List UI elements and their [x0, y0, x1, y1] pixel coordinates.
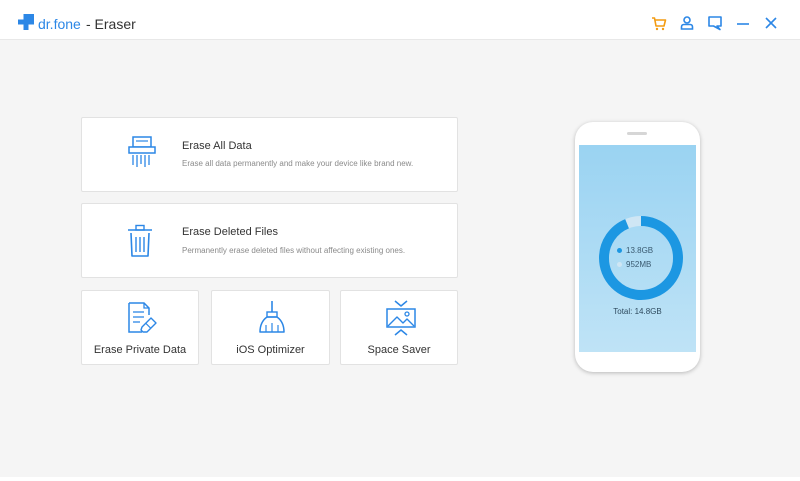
free-storage-value: 952MB: [626, 260, 652, 269]
space-saver-card[interactable]: Space Saver: [340, 290, 458, 365]
erase-all-data-description: Erase all data permanently and make your…: [182, 159, 414, 168]
phone-screen: 13.8GB 952MB Total: 14.8GB: [579, 145, 696, 352]
drfone-logo-icon: [18, 14, 34, 30]
ios-optimizer-card[interactable]: iOS Optimizer: [211, 290, 330, 365]
main-panel: Erase All Data Erase all data permanentl…: [0, 40, 800, 477]
total-storage-label: Total: 14.8GB: [613, 307, 662, 316]
app-title: - Eraser: [86, 16, 136, 32]
storage-ring-chart: [599, 216, 683, 300]
erase-deleted-files-card[interactable]: Erase Deleted Files Permanently erase de…: [81, 203, 458, 278]
account-icon[interactable]: [678, 14, 696, 32]
document-eraser-icon: [128, 302, 157, 333]
trash-icon: [128, 224, 152, 257]
erase-private-data-title: Erase Private Data: [93, 344, 187, 356]
erase-deleted-files-title: Erase Deleted Files: [182, 226, 278, 238]
phone-speaker: [627, 132, 647, 135]
erase-deleted-files-description: Permanently erase deleted files without …: [182, 246, 406, 255]
erase-all-data-title: Erase All Data: [182, 140, 252, 152]
space-saver-title: Space Saver: [367, 344, 431, 356]
cart-icon[interactable]: [650, 14, 668, 32]
storage-ring-used: [599, 216, 683, 300]
feedback-icon[interactable]: [706, 14, 724, 32]
broom-icon: [259, 301, 285, 333]
ios-optimizer-title: iOS Optimizer: [236, 344, 305, 356]
compress-photo-icon: [386, 300, 416, 336]
erase-all-data-card[interactable]: Erase All Data Erase all data permanentl…: [81, 117, 458, 192]
window-bottom-edge: [0, 477, 800, 481]
used-legend-dot: [617, 248, 622, 253]
erase-private-data-card[interactable]: Erase Private Data: [81, 290, 199, 365]
close-icon[interactable]: [762, 14, 780, 32]
title-bar: dr.fone - Eraser: [0, 0, 800, 40]
minimize-icon[interactable]: [734, 14, 752, 32]
phone-illustration: 13.8GB 952MB Total: 14.8GB: [575, 122, 700, 372]
used-storage-value: 13.8GB: [626, 246, 654, 255]
brand-name: dr.fone: [38, 16, 81, 32]
free-legend-dot: [617, 262, 622, 267]
shredder-icon: [128, 136, 156, 167]
